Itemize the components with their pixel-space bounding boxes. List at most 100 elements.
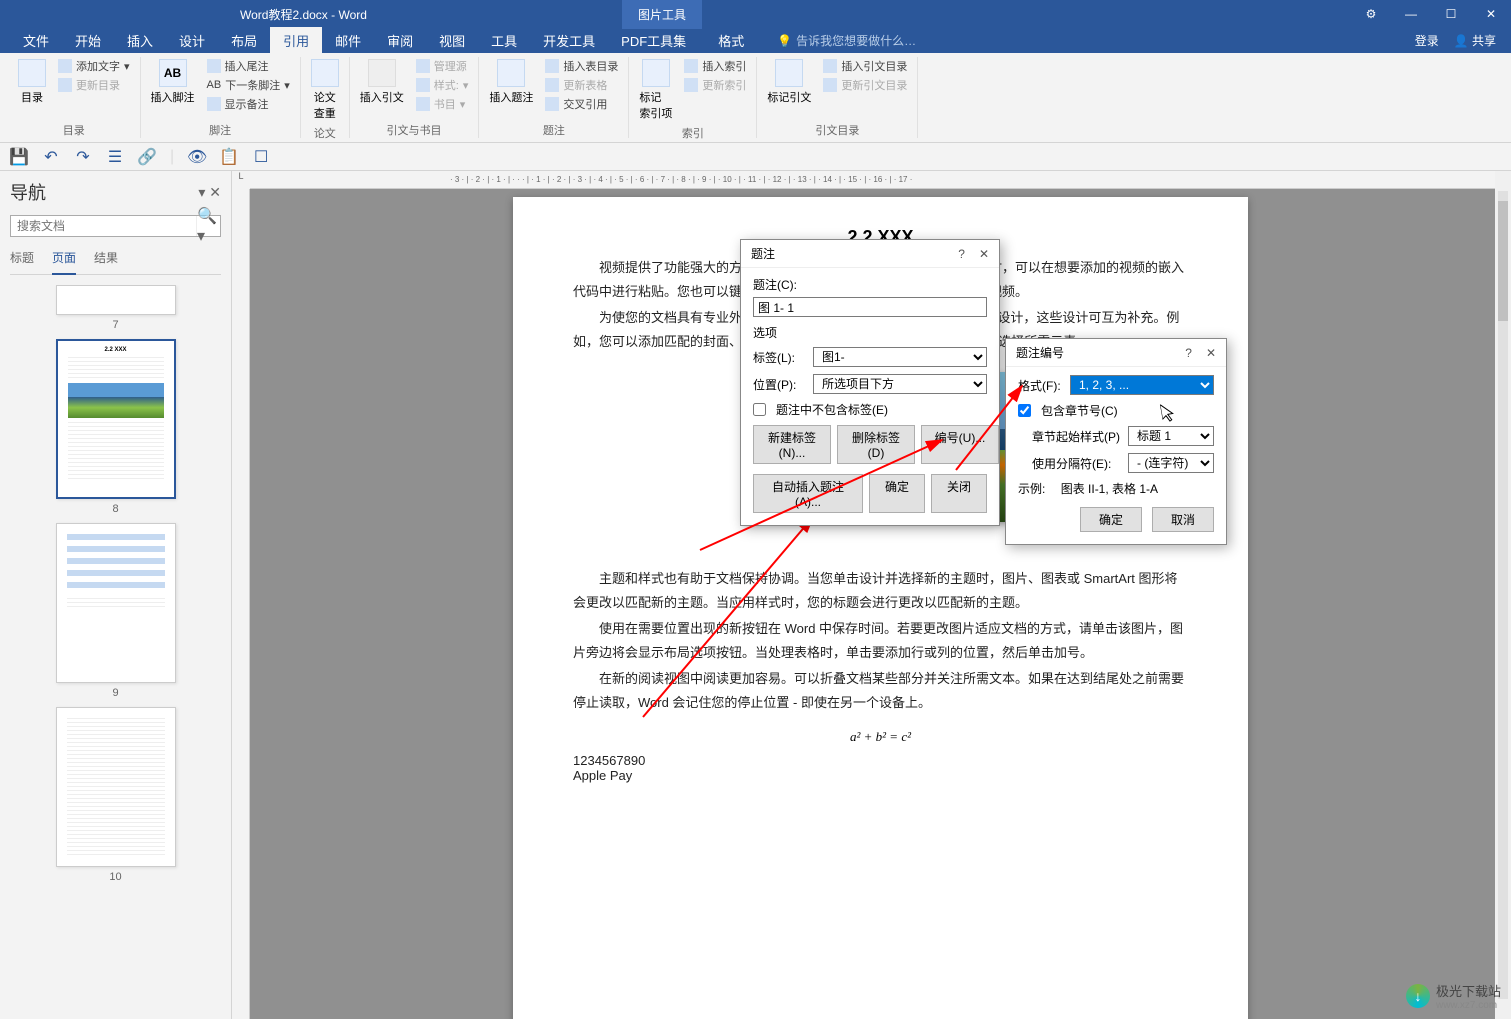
- add-text-button[interactable]: 添加文字 ▾: [54, 57, 134, 75]
- tab-mail[interactable]: 邮件: [322, 27, 374, 54]
- tab-view[interactable]: 视图: [426, 27, 478, 54]
- exclude-label-checkbox[interactable]: [753, 403, 766, 416]
- update-authorities-button[interactable]: 更新引文目录: [819, 76, 911, 94]
- nav-tab-pages[interactable]: 页面: [52, 249, 76, 275]
- ruler-corner[interactable]: L: [232, 171, 250, 189]
- insert-authorities-button[interactable]: 插入引文目录: [819, 57, 911, 75]
- next-footnote-button[interactable]: AB 下一条脚注 ▾: [203, 76, 294, 94]
- insert-footnote-button[interactable]: AB插入脚注: [147, 57, 199, 107]
- toc-button[interactable]: 目录: [14, 57, 50, 107]
- tab-insert[interactable]: 插入: [114, 27, 166, 54]
- thumb-num-7: 7: [112, 319, 118, 331]
- options-label: 选项: [753, 324, 987, 341]
- minimize-button[interactable]: —: [1391, 3, 1431, 25]
- research-button[interactable]: 论文 查重: [307, 57, 343, 123]
- mark-citation-button[interactable]: 标记引文: [763, 57, 815, 107]
- update-index-button[interactable]: 更新索引: [680, 76, 750, 94]
- watermark-name: 极光下载站: [1436, 981, 1501, 1000]
- tab-references[interactable]: 引用: [270, 27, 322, 54]
- dialog-help-button[interactable]: ?: [958, 247, 965, 261]
- nav-search-box[interactable]: 🔍▾: [10, 215, 221, 237]
- position-select[interactable]: 所选项目下方: [813, 374, 987, 394]
- bibliography-button[interactable]: 书目 ▾: [412, 95, 473, 113]
- manage-sources-button[interactable]: 管理源: [412, 57, 473, 75]
- insert-table-figures-button[interactable]: 插入表目录: [541, 57, 622, 75]
- dialog-close-button[interactable]: ✕: [979, 247, 989, 261]
- maximize-button[interactable]: ☐: [1431, 3, 1471, 25]
- label-select[interactable]: 图1-: [813, 347, 987, 367]
- include-chapter-checkbox[interactable]: [1018, 404, 1031, 417]
- paragraph-3: 主题和样式也有助于文档保持协调。当您单击设计并选择新的主题时，图片、图表或 Sm…: [573, 567, 1188, 615]
- new-label-button[interactable]: 新建标签(N)...: [753, 425, 831, 464]
- tab-layout[interactable]: 布局: [218, 27, 270, 54]
- caption-input[interactable]: [753, 297, 987, 317]
- nav-tab-headings[interactable]: 标题: [10, 249, 34, 270]
- tab-home[interactable]: 开始: [62, 27, 114, 54]
- delete-label-button[interactable]: 删除标签(D): [837, 425, 915, 464]
- qat-icon-6[interactable]: 👁: [188, 148, 206, 166]
- formula: a² + b² = c²: [573, 729, 1188, 745]
- login-link[interactable]: 登录: [1415, 32, 1439, 49]
- numbering-ok-button[interactable]: 确定: [1080, 507, 1142, 532]
- show-notes-button[interactable]: 显示备注: [203, 95, 294, 113]
- caption-label: 题注(C):: [753, 276, 987, 293]
- update-toc-button[interactable]: 更新目录: [54, 76, 134, 94]
- numbering-button[interactable]: 编号(U)...: [921, 425, 999, 464]
- nav-tab-results[interactable]: 结果: [94, 249, 118, 270]
- thumbnail-page-7[interactable]: [56, 285, 176, 315]
- numbering-cancel-button[interactable]: 取消: [1152, 507, 1214, 532]
- close-button[interactable]: ✕: [1471, 3, 1511, 25]
- format-label: 格式(F):: [1018, 377, 1064, 394]
- undo-icon[interactable]: ↶: [42, 148, 60, 166]
- chapter-start-select[interactable]: 标题 1: [1128, 426, 1214, 446]
- watermark-logo-icon: ↓: [1406, 984, 1430, 1008]
- dialog-close-button-2[interactable]: ✕: [1206, 346, 1216, 360]
- insert-citation-button[interactable]: 插入引文: [356, 57, 408, 107]
- mark-index-label: 标记 索引项: [639, 89, 672, 121]
- insert-caption-button[interactable]: 插入题注: [485, 57, 537, 107]
- ok-button[interactable]: 确定: [869, 474, 925, 513]
- thumbnail-page-8[interactable]: 2.2 XXX: [56, 339, 176, 499]
- dialog-help-button-2[interactable]: ?: [1185, 346, 1192, 360]
- ribbon-content: 目录 添加文字 ▾ 更新目录 目录 AB插入脚注 插入尾注 AB 下一条脚注 ▾…: [0, 53, 1511, 143]
- tell-me-search[interactable]: 💡 告诉我您想要做什么…: [777, 32, 916, 49]
- format-select[interactable]: 1, 2, 3, ...: [1070, 375, 1214, 395]
- nav-close-button[interactable]: ▾ ✕: [198, 184, 221, 201]
- ribbon-options-icon[interactable]: ⚙: [1351, 3, 1391, 25]
- tab-dev[interactable]: 开发工具: [530, 27, 608, 54]
- thumbnail-page-10[interactable]: [56, 707, 176, 867]
- style-dropdown[interactable]: 样式: ▾: [412, 76, 473, 94]
- qat-icon-8[interactable]: ☐: [252, 148, 270, 166]
- tab-format[interactable]: 格式: [705, 27, 757, 54]
- numbering-dialog-title: 题注编号: [1016, 344, 1064, 361]
- nav-search-input[interactable]: [11, 216, 196, 236]
- quick-access-toolbar: 💾 ↶ ↷ ☰ 🔗 | 👁 📋 ☐: [0, 143, 1511, 171]
- thumb-num-9: 9: [112, 687, 118, 699]
- insert-index-button[interactable]: 插入索引: [680, 57, 750, 75]
- close-button-dlg[interactable]: 关闭: [931, 474, 987, 513]
- insert-endnote-button[interactable]: 插入尾注: [203, 57, 294, 75]
- redo-icon[interactable]: ↷: [74, 148, 92, 166]
- vertical-ruler[interactable]: [232, 189, 250, 1019]
- save-icon[interactable]: 💾: [10, 148, 28, 166]
- update-authorities-label: 更新引文目录: [841, 77, 907, 93]
- tab-file[interactable]: 文件: [10, 27, 62, 54]
- separator-select[interactable]: - (连字符): [1128, 453, 1214, 473]
- share-button[interactable]: 👤 共享: [1454, 32, 1496, 49]
- qat-icon-5[interactable]: 🔗: [138, 148, 156, 166]
- tab-tools[interactable]: 工具: [478, 27, 530, 54]
- cross-reference-button[interactable]: 交叉引用: [541, 95, 622, 113]
- vertical-scrollbar[interactable]: [1495, 171, 1511, 1019]
- search-icon[interactable]: 🔍▾: [196, 216, 220, 236]
- qat-icon-4[interactable]: ☰: [106, 148, 124, 166]
- mark-index-button[interactable]: 标记 索引项: [635, 57, 676, 123]
- tab-pdf[interactable]: PDF工具集: [608, 27, 699, 54]
- tab-design[interactable]: 设计: [166, 27, 218, 54]
- tab-review[interactable]: 审阅: [374, 27, 426, 54]
- update-table-button[interactable]: 更新表格: [541, 76, 622, 94]
- horizontal-ruler[interactable]: · 3 · | · 2 · | · 1 · | · · · | · 1 · | …: [250, 171, 1511, 189]
- auto-caption-button[interactable]: 自动插入题注(A)...: [753, 474, 863, 513]
- group-label-toc: 目录: [14, 120, 134, 138]
- qat-icon-7[interactable]: 📋: [220, 148, 238, 166]
- thumbnail-page-9[interactable]: [56, 523, 176, 683]
